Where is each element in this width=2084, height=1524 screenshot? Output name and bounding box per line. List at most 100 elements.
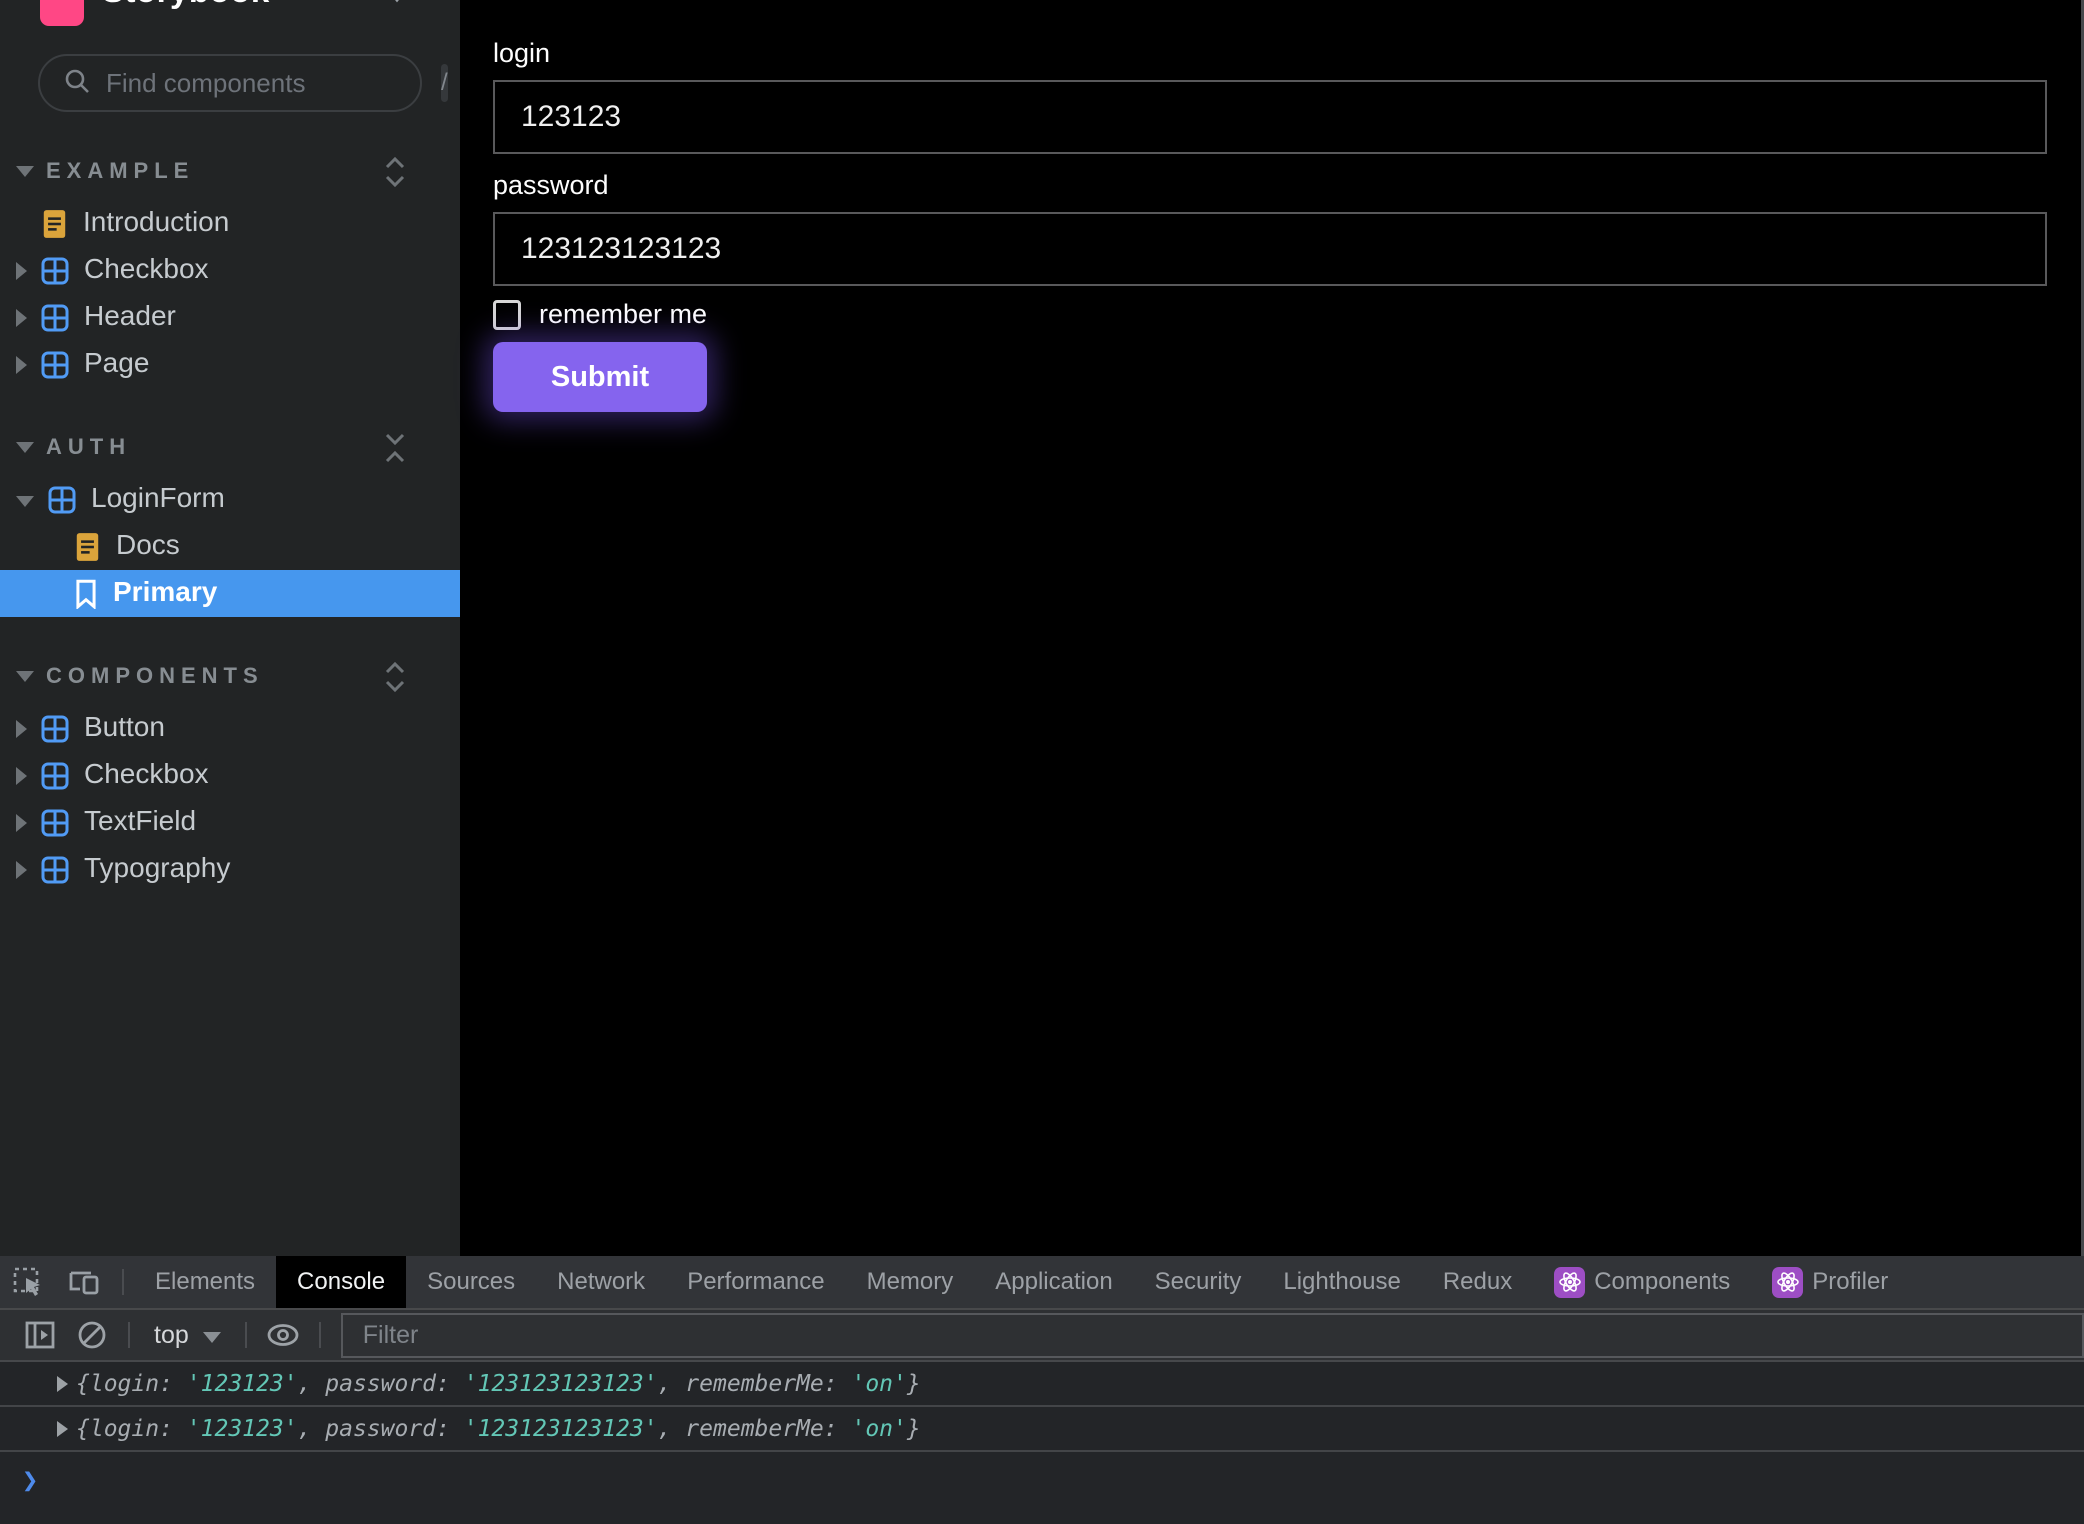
console-prompt-icon: ❯: [22, 1465, 38, 1496]
context-selector[interactable]: top: [140, 1321, 235, 1350]
section-example: EXAMPLE Introduction: [0, 154, 460, 388]
console-log-row[interactable]: {login: '123123', password: '12312312312…: [0, 1362, 2084, 1407]
component-icon: [41, 856, 69, 884]
sidebar-item-label: Checkbox: [84, 760, 209, 791]
toolbar-divider: [245, 1322, 247, 1348]
sidebar-item-label: Introduction: [83, 208, 229, 239]
sidebar-item-typography[interactable]: Typography: [0, 846, 460, 893]
chevron-right-icon[interactable]: [16, 262, 27, 280]
password-label: password: [493, 170, 2084, 201]
console-log-area: {login: '123123', password: '12312312312…: [0, 1362, 2084, 1496]
tab-lighthouse[interactable]: Lighthouse: [1262, 1256, 1421, 1308]
inspect-element-icon[interactable]: [0, 1256, 56, 1308]
remember-me-label: remember me: [539, 299, 707, 330]
component-icon: [41, 715, 69, 743]
component-icon: [41, 809, 69, 837]
sidebar-item-label: Primary: [113, 578, 217, 609]
search-shortcut-badge: /: [441, 64, 448, 102]
section-label: AUTH: [46, 434, 131, 460]
sidebar-item-docs[interactable]: Docs: [0, 523, 460, 570]
context-label: top: [154, 1321, 189, 1350]
tab-redux[interactable]: Redux: [1422, 1256, 1533, 1308]
devtools-tabbar: Elements Console Sources Network Perform…: [0, 1256, 2084, 1310]
tab-console[interactable]: Console: [276, 1256, 406, 1308]
device-toolbar-icon[interactable]: [56, 1256, 112, 1308]
sidebar-item-label: Page: [84, 349, 149, 380]
sidebar-item-label: Typography: [84, 854, 230, 885]
submit-button[interactable]: Submit: [493, 342, 707, 412]
sidebar-item-label: Docs: [116, 531, 180, 562]
chevron-down-icon[interactable]: [16, 496, 34, 507]
section-header-auth[interactable]: AUTH: [0, 430, 460, 464]
tab-elements[interactable]: Elements: [134, 1256, 276, 1308]
tab-react-components[interactable]: Components: [1533, 1256, 1751, 1308]
chevron-down-icon: [203, 1332, 221, 1343]
console-prompt-row[interactable]: ❯: [0, 1452, 2084, 1496]
tab-label: Profiler: [1812, 1268, 1888, 1296]
live-expression-eye-icon[interactable]: [257, 1320, 309, 1350]
collapse-all-icon[interactable]: [382, 432, 408, 469]
react-atom-icon: [1554, 1267, 1585, 1298]
chevron-right-icon[interactable]: [16, 814, 27, 832]
chevron-right-icon[interactable]: [16, 720, 27, 738]
search-input[interactable]: [106, 68, 441, 99]
remember-me-checkbox[interactable]: [493, 300, 521, 330]
sidebar-item-label: TextField: [84, 807, 196, 838]
chevron-right-icon[interactable]: [16, 356, 27, 374]
chevron-right-icon[interactable]: [16, 767, 27, 785]
section-components: COMPONENTS Button: [0, 659, 460, 893]
doc-icon: [41, 209, 68, 239]
login-input[interactable]: [493, 80, 2047, 154]
toolbar-divider: [122, 1269, 124, 1295]
tab-application[interactable]: Application: [974, 1256, 1133, 1308]
tab-react-profiler[interactable]: Profiler: [1751, 1256, 1909, 1308]
section-auth: AUTH LoginForm Docs: [0, 430, 460, 617]
sidebar-item-page[interactable]: Page: [0, 341, 460, 388]
component-icon: [41, 762, 69, 790]
chevron-down-icon: [16, 671, 34, 682]
sidebar-item-primary[interactable]: Primary: [0, 570, 460, 617]
console-filter-input[interactable]: [341, 1313, 2084, 1358]
devtools-panel: Elements Console Sources Network Perform…: [0, 1256, 2084, 1524]
component-icon: [41, 257, 69, 285]
sidebar-item-label: LoginForm: [91, 484, 225, 515]
tab-sources[interactable]: Sources: [406, 1256, 536, 1308]
brand-title: Storybook: [102, 0, 270, 10]
toolbar-divider: [128, 1322, 130, 1348]
tab-memory[interactable]: Memory: [846, 1256, 975, 1308]
expand-all-icon[interactable]: [382, 661, 408, 698]
sidebar-item-button[interactable]: Button: [0, 705, 460, 752]
sidebar-item-textfield[interactable]: TextField: [0, 799, 460, 846]
remember-me-row: remember me: [493, 299, 2084, 330]
sidebar-item-introduction[interactable]: Introduction: [0, 200, 460, 247]
chevron-right-icon[interactable]: [16, 309, 27, 327]
chevron-right-icon[interactable]: [16, 861, 27, 879]
tab-network[interactable]: Network: [536, 1256, 666, 1308]
storybook-sidebar: Storybook / EXAMPLE: [0, 0, 460, 1256]
sidebar-item-checkbox-component[interactable]: Checkbox: [0, 752, 460, 799]
expand-all-icon[interactable]: [382, 156, 408, 193]
logged-object: {login: '123123', password: '12312312312…: [76, 1371, 921, 1397]
expand-triangle-icon[interactable]: [57, 1421, 68, 1437]
sidebar-item-header[interactable]: Header: [0, 294, 460, 341]
section-header-example[interactable]: EXAMPLE: [0, 154, 460, 188]
app-window: Storybook / EXAMPLE: [0, 0, 2084, 1524]
sidebar-item-loginform[interactable]: LoginForm: [0, 476, 460, 523]
brand-header: Storybook: [0, 0, 460, 30]
brand-menu-icon[interactable]: [386, 0, 408, 15]
section-header-components[interactable]: COMPONENTS: [0, 659, 460, 693]
component-icon: [41, 304, 69, 332]
expand-triangle-icon[interactable]: [57, 1376, 68, 1392]
toolbar-divider: [319, 1322, 321, 1348]
clear-console-icon[interactable]: [66, 1318, 118, 1352]
password-input[interactable]: [493, 212, 2047, 286]
console-sidebar-icon[interactable]: [14, 1318, 66, 1352]
search-box[interactable]: /: [38, 54, 422, 112]
sidebar-item-checkbox-example[interactable]: Checkbox: [0, 247, 460, 294]
login-form: login password remember me Submit: [460, 0, 2084, 412]
tab-performance[interactable]: Performance: [666, 1256, 845, 1308]
tab-security[interactable]: Security: [1134, 1256, 1263, 1308]
console-log-row[interactable]: {login: '123123', password: '12312312312…: [0, 1407, 2084, 1452]
section-label: EXAMPLE: [46, 158, 194, 184]
component-icon: [48, 486, 76, 514]
